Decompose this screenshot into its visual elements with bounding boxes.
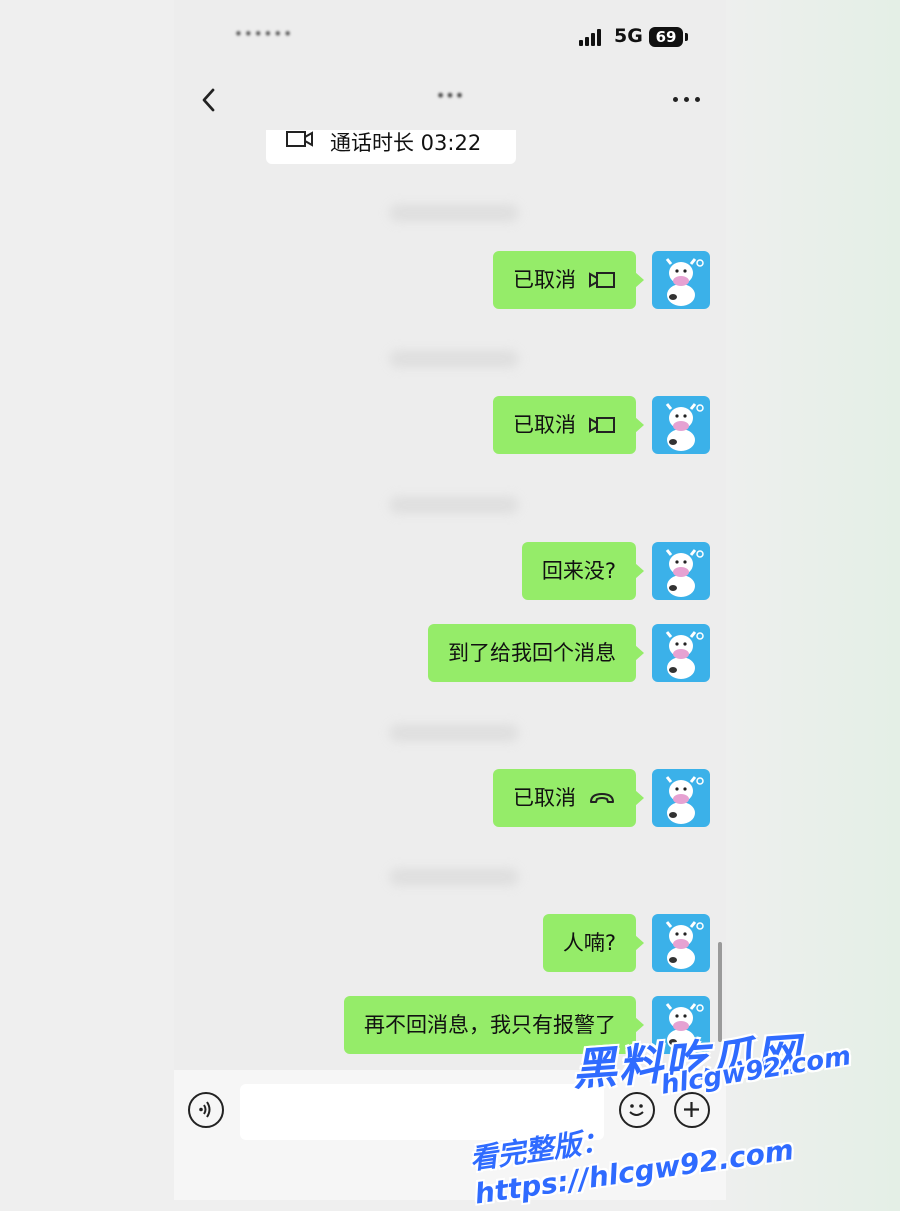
cow-avatar-icon (665, 776, 704, 824)
message-bubble[interactable]: 已取消 (493, 769, 644, 827)
avatar[interactable] (652, 542, 710, 600)
chevron-left-icon (202, 88, 215, 112)
video-icon (589, 417, 615, 433)
message-list[interactable]: 通话时长 03:22 已取消 已取消 回来没? 到了给我回个消息 已取消 人喃?… (174, 130, 726, 1070)
message-row: 回来没? (510, 542, 710, 600)
message-text: 到了给我回个消息 (448, 641, 616, 665)
message-row: 人喃? (540, 914, 710, 972)
message-text: 回来没? (541, 559, 616, 583)
message-row: 已取消 (480, 769, 710, 827)
message-text: 已取消 (513, 786, 576, 810)
battery-icon: 69 (649, 27, 683, 47)
message-bubble[interactable]: 人喃? (542, 914, 645, 972)
voice-button[interactable] (188, 1092, 224, 1128)
timestamp (389, 868, 519, 886)
voice-icon (199, 1101, 211, 1118)
avatar[interactable] (652, 769, 710, 827)
status-bar: •••••• 5G 69 (174, 0, 726, 72)
avatar[interactable] (652, 251, 710, 309)
message-bubble[interactable]: 已取消 (493, 396, 644, 454)
signal-icon (579, 28, 607, 46)
message-bubble[interactable]: 到了给我回个消息 (428, 624, 644, 682)
message-text: 已取消 (513, 268, 576, 292)
cow-avatar-icon (665, 258, 704, 306)
more-options-button[interactable] (672, 84, 702, 114)
avatar[interactable] (652, 914, 710, 972)
timestamp (389, 496, 519, 514)
message-row: 已取消 (480, 396, 710, 454)
cow-avatar-icon (665, 403, 704, 451)
avatar[interactable] (652, 624, 710, 682)
network-type: 5G (614, 25, 643, 47)
cow-avatar-icon (665, 549, 704, 597)
timestamp (389, 724, 519, 742)
battery-tip (685, 33, 688, 41)
message-row: 到了给我回个消息 (408, 624, 710, 682)
video-icon (286, 131, 313, 147)
avatar[interactable] (652, 396, 710, 454)
timestamp (389, 350, 519, 368)
message-row: 已取消 (480, 251, 710, 309)
message-bubble[interactable]: 回来没? (521, 542, 645, 600)
message-text: 人喃? (562, 931, 616, 955)
chat-title: ••• (435, 86, 465, 105)
call-duration-label: 通话时长 03:22 (330, 131, 482, 155)
timestamp (389, 204, 519, 222)
message-bubble[interactable]: 已取消 (493, 251, 644, 309)
cow-avatar-icon (665, 631, 704, 679)
cow-avatar-icon (665, 921, 704, 969)
video-icon (589, 272, 615, 288)
message-text: 已取消 (513, 413, 576, 437)
call-duration-card[interactable]: 通话时长 03:22 (266, 130, 516, 164)
chat-header: ••• (174, 72, 726, 130)
status-time: •••••• (234, 25, 294, 43)
phone-hangup-icon (590, 793, 614, 803)
phone-screen: •••••• 5G 69 ••• 通话时长 03:22 已取消 已取消 回来没?… (174, 0, 726, 1200)
back-button[interactable] (196, 82, 226, 118)
